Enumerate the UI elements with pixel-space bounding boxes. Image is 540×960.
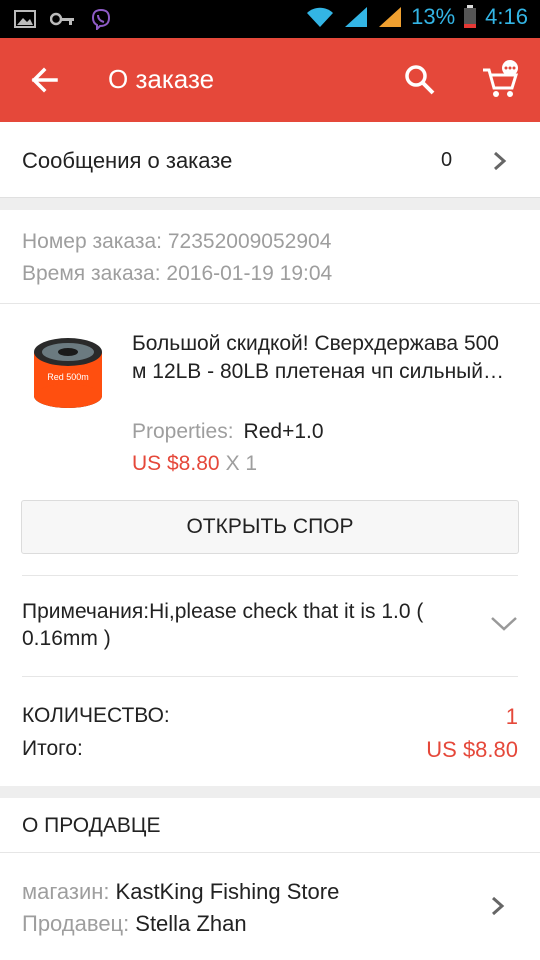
search-icon[interactable]: [402, 62, 438, 98]
product-thumbnail[interactable]: Red 500m: [28, 330, 108, 416]
order-time: Время заказа: 2016-01-19 19:04: [22, 262, 333, 285]
order-messages-count: 0: [441, 149, 453, 171]
total-label: Итого:: [22, 737, 83, 760]
chevron-right-icon: [494, 151, 507, 171]
product-properties: Properties: Red+1.0: [132, 420, 324, 443]
page-title: О заказе: [108, 64, 215, 94]
store-name: магазин: KastKing Fishing Store: [22, 879, 340, 904]
product-price-line: US $8.80 X 1: [132, 452, 257, 476]
chevron-right-icon: [492, 896, 505, 916]
quantity-value: 1: [505, 704, 518, 729]
thumb-label: Red 500m: [47, 372, 89, 382]
open-dispute-button[interactable]: ОТКРЫТЬ СПОР: [21, 500, 519, 554]
viber-icon: [91, 8, 111, 30]
seller-section-header: О ПРОДАВЦЕ: [0, 798, 540, 852]
chevron-down-icon[interactable]: [490, 616, 518, 632]
order-details-card: Номер заказа: 72352009052904 Время заказ…: [0, 210, 540, 786]
image-icon: [14, 10, 36, 28]
total-row: Итого: US $8.80: [22, 737, 518, 762]
cart-icon[interactable]: [480, 60, 522, 100]
quantity-row: КОЛИЧЕСТВО: 1: [22, 704, 518, 729]
order-messages-row[interactable]: Сообщения о заказе 0: [0, 122, 540, 198]
quantity-label: КОЛИЧЕСТВО:: [22, 704, 170, 727]
app-bar: О заказе: [0, 38, 540, 122]
wifi-icon: [307, 7, 334, 27]
status-bar: 13% 4:16: [0, 0, 540, 38]
seller-name: Продавец: Stella Zhan: [22, 911, 247, 936]
battery-percent: 13%: [411, 4, 456, 29]
seller-heading: О ПРОДАВЦЕ: [22, 814, 161, 837]
battery-icon: [464, 5, 477, 28]
product-price: US $8.80: [132, 452, 220, 475]
product-title[interactable]: Большой скидкой! Сверхдержава 500 м 12LB…: [132, 330, 512, 386]
order-number: Номер заказа: 72352009052904: [22, 230, 332, 253]
signal-icon: [345, 7, 368, 27]
divider: [22, 575, 518, 576]
divider: [22, 676, 518, 677]
back-arrow-icon[interactable]: [26, 62, 62, 98]
product-qty: X 1: [225, 452, 258, 475]
key-icon: [50, 12, 74, 26]
order-notes: Примечания:Hi,please check that it is 1.…: [22, 600, 424, 650]
signal-icon-2: [379, 7, 402, 27]
total-value: US $8.80: [426, 737, 518, 762]
clock: 4:16: [485, 4, 528, 29]
divider: [0, 303, 540, 304]
order-messages-label: Сообщения о заказе: [22, 148, 233, 173]
seller-info-row[interactable]: магазин: KastKing Fishing Store Продавец:…: [0, 852, 540, 960]
